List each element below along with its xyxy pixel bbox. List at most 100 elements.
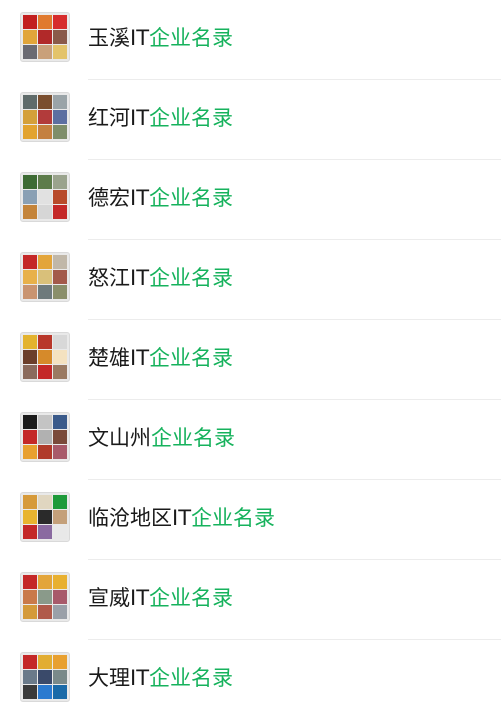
list-item[interactable]: 怒江IT企业名录 <box>0 240 501 320</box>
group-name: 宣威IT企业名录 <box>88 584 233 612</box>
avatar-tile <box>53 205 67 219</box>
list-item[interactable]: 楚雄IT企业名录 <box>0 320 501 400</box>
avatar-tile <box>38 590 52 604</box>
group-name-highlight: 企业名录 <box>149 26 234 50</box>
group-name-prefix: 怒江IT <box>88 266 150 290</box>
avatar-tile <box>23 525 37 539</box>
group-name-prefix: 红河IT <box>88 106 150 130</box>
group-avatar <box>20 412 70 462</box>
list-item[interactable]: 玉溪IT企业名录 <box>0 0 501 80</box>
group-name-highlight: 企业名录 <box>149 346 234 370</box>
group-avatar <box>20 332 70 382</box>
avatar-tile <box>53 575 67 589</box>
avatar-tile <box>38 125 52 139</box>
avatar-tile <box>23 255 37 269</box>
avatar-tile <box>53 685 67 699</box>
avatar-tile <box>38 190 52 204</box>
avatar-tile <box>38 45 52 59</box>
avatar-tile <box>53 110 67 124</box>
avatar-tile <box>23 590 37 604</box>
avatar-tile <box>53 190 67 204</box>
group-name: 楚雄IT企业名录 <box>88 344 233 372</box>
avatar-tile <box>23 685 37 699</box>
group-name-prefix: 临沧地区IT <box>88 506 192 530</box>
avatar-tile <box>53 655 67 669</box>
avatar-tile <box>23 670 37 684</box>
avatar-tile <box>23 350 37 364</box>
avatar-tile <box>53 30 67 44</box>
avatar-tile <box>38 205 52 219</box>
avatar-tile <box>38 110 52 124</box>
avatar-tile <box>38 605 52 619</box>
group-avatar <box>20 492 70 542</box>
group-name-prefix: 玉溪IT <box>88 26 150 50</box>
group-name: 德宏IT企业名录 <box>88 184 233 212</box>
group-avatar <box>20 12 70 62</box>
avatar-tile <box>23 605 37 619</box>
avatar-tile <box>38 685 52 699</box>
avatar-tile <box>53 605 67 619</box>
list-item[interactable]: 宣威IT企业名录 <box>0 560 501 640</box>
avatar-tile <box>38 335 52 349</box>
avatar-tile <box>23 270 37 284</box>
avatar-tile <box>38 525 52 539</box>
group-name-highlight: 企业名录 <box>191 506 276 530</box>
list-item[interactable]: 大理IT企业名录 <box>0 640 501 720</box>
avatar-tile <box>53 175 67 189</box>
avatar-tile <box>53 125 67 139</box>
group-name-prefix: 德宏IT <box>88 186 150 210</box>
group-name: 文山州企业名录 <box>88 424 235 452</box>
group-name-prefix: 楚雄IT <box>88 346 150 370</box>
avatar-tile <box>38 255 52 269</box>
group-name-highlight: 企业名录 <box>149 586 234 610</box>
group-name-highlight: 企业名录 <box>149 106 234 130</box>
avatar-tile <box>53 415 67 429</box>
avatar-tile <box>23 125 37 139</box>
avatar-tile <box>53 525 67 539</box>
group-name-highlight: 企业名录 <box>149 266 234 290</box>
avatar-tile <box>23 495 37 509</box>
avatar-tile <box>53 45 67 59</box>
group-name: 大理IT企业名录 <box>88 664 233 692</box>
group-avatar <box>20 92 70 142</box>
avatar-tile <box>53 365 67 379</box>
avatar-tile <box>23 175 37 189</box>
list-item[interactable]: 临沧地区IT企业名录 <box>0 480 501 560</box>
avatar-tile <box>53 255 67 269</box>
avatar-tile <box>38 575 52 589</box>
avatar-tile <box>38 270 52 284</box>
avatar-tile <box>23 110 37 124</box>
group-name-prefix: 宣威IT <box>88 586 150 610</box>
avatar-tile <box>23 445 37 459</box>
avatar-tile <box>23 510 37 524</box>
avatar-tile <box>38 365 52 379</box>
avatar-tile <box>23 30 37 44</box>
list-item[interactable]: 文山州企业名录 <box>0 400 501 480</box>
avatar-tile <box>53 445 67 459</box>
group-name-highlight: 企业名录 <box>149 666 234 690</box>
avatar-tile <box>38 175 52 189</box>
group-name-highlight: 企业名录 <box>149 186 234 210</box>
group-name-prefix: 大理IT <box>88 666 150 690</box>
avatar-tile <box>23 365 37 379</box>
avatar-tile <box>38 285 52 299</box>
group-avatar <box>20 572 70 622</box>
avatar-tile <box>23 655 37 669</box>
list-item[interactable]: 红河IT企业名录 <box>0 80 501 160</box>
group-name: 红河IT企业名录 <box>88 104 233 132</box>
avatar-tile <box>53 335 67 349</box>
group-avatar <box>20 172 70 222</box>
avatar-tile <box>23 205 37 219</box>
list-item[interactable]: 德宏IT企业名录 <box>0 160 501 240</box>
avatar-tile <box>38 495 52 509</box>
avatar-tile <box>23 285 37 299</box>
avatar-tile <box>23 190 37 204</box>
avatar-tile <box>53 430 67 444</box>
avatar-tile <box>38 15 52 29</box>
avatar-tile <box>38 415 52 429</box>
avatar-tile <box>23 430 37 444</box>
avatar-tile <box>38 430 52 444</box>
avatar-tile <box>23 15 37 29</box>
avatar-tile <box>53 350 67 364</box>
avatar-tile <box>38 445 52 459</box>
